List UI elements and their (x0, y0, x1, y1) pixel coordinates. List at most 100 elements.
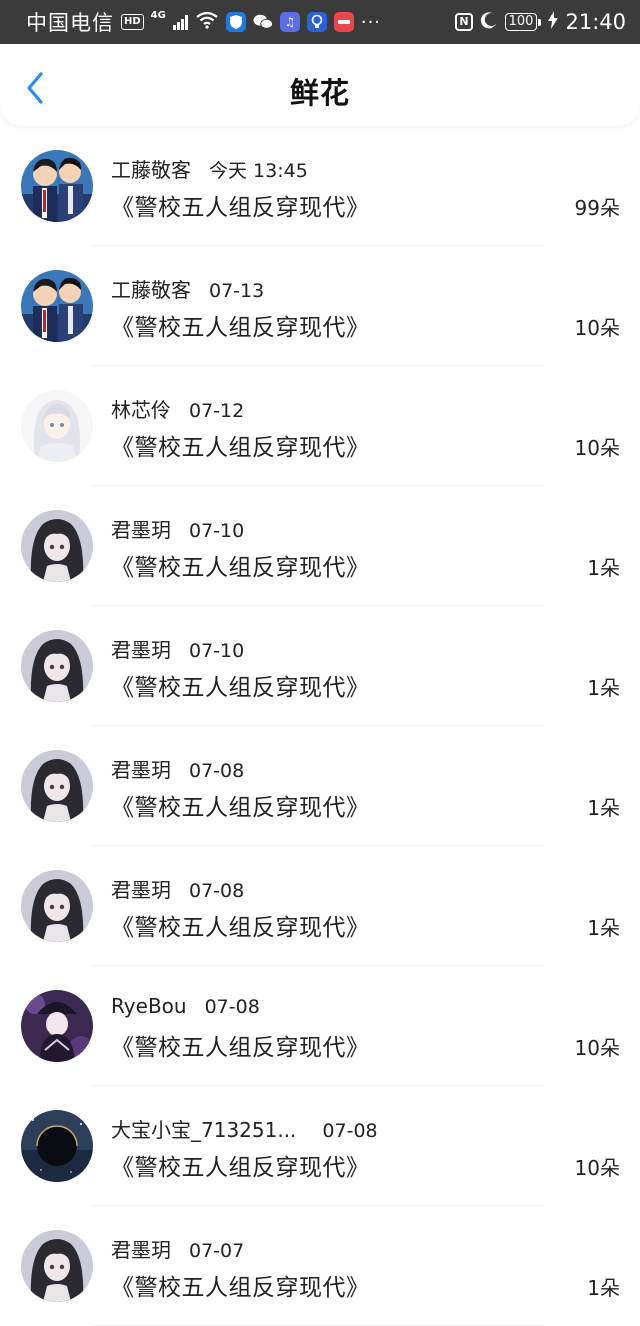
avatar[interactable] (21, 1230, 93, 1302)
list-item[interactable]: 君墨玥 07-08 《警校五人组反穿现代》 1朵 (0, 726, 640, 846)
clock: 21:40 (565, 10, 626, 34)
book-title: 《警校五人组反穿现代》 (111, 1035, 370, 1061)
item-meta: RyeBou 07-08 (111, 994, 260, 1018)
sender-name[interactable]: 君墨玥 (111, 634, 171, 663)
book-title: 《警校五人组反穿现代》 (111, 195, 370, 221)
sender-name[interactable]: 大宝小宝_713251... (111, 1114, 296, 1143)
sender-name[interactable]: 君墨玥 (111, 514, 171, 543)
book-title: 《警校五人组反穿现代》 (111, 555, 370, 581)
more-notifications-icon: ··· (360, 11, 382, 33)
carrier-name: 中国电信 (26, 11, 114, 35)
list-item[interactable]: 林芯伶 07-12 《警校五人组反穿现代》 10朵 (0, 366, 640, 486)
hd-badge: HD (121, 14, 144, 30)
sender-name[interactable]: 君墨玥 (111, 874, 171, 903)
avatar[interactable] (21, 990, 93, 1062)
dark-planet-avatar-icon (21, 1110, 93, 1182)
list-item[interactable]: 工藤敬客 07-13 《警校五人组反穿现代》 10朵 (0, 246, 640, 366)
avatar[interactable] (21, 1110, 93, 1182)
status-bar-right: N 100 21:40 (455, 10, 626, 34)
avatar[interactable] (21, 390, 93, 462)
list-item[interactable]: 大宝小宝_713251... 07-08 《警校五人组反穿现代》 10朵 (0, 1086, 640, 1206)
gift-date: 今天 13:45 (209, 160, 308, 182)
sender-name[interactable]: RyeBou (111, 994, 187, 1018)
gift-date: 07-10 (189, 520, 245, 542)
store-app-icon (333, 12, 354, 32)
gift-date: 07-08 (204, 996, 260, 1018)
wifi-icon (195, 10, 219, 34)
music-app-icon: ♫ (279, 12, 300, 32)
sender-name[interactable]: 君墨玥 (111, 754, 171, 783)
sender-name[interactable]: 工藤敬客 (111, 154, 191, 183)
flower-count: 99朵 (574, 196, 620, 220)
item-meta: 君墨玥 07-10 (111, 634, 244, 663)
list-item[interactable]: 工藤敬客 今天 13:45 《警校五人组反穿现代》 99朵 (0, 126, 640, 246)
gift-date: 07-07 (189, 1240, 245, 1262)
page-title: 鲜花 (289, 76, 350, 110)
flower-count: 10朵 (574, 436, 620, 460)
dark-hair-girl-avatar-icon (21, 510, 93, 582)
status-bar-left: 中国电信 HD 4G ♫ ··· (26, 7, 381, 37)
item-meta: 君墨玥 07-10 (111, 514, 244, 543)
gift-date: 07-12 (189, 400, 245, 422)
book-title: 《警校五人组反穿现代》 (111, 915, 370, 941)
avatar[interactable] (21, 630, 93, 702)
gift-date: 07-08 (189, 760, 245, 782)
item-meta: 林芯伶 07-12 (111, 394, 244, 423)
flower-gift-list: 工藤敬客 今天 13:45 《警校五人组反穿现代》 99朵 工藤敬客 07-13… (0, 126, 640, 1326)
item-meta: 君墨玥 07-08 (111, 754, 244, 783)
book-title: 《警校五人组反穿现代》 (111, 1155, 370, 1181)
dark-hair-girl-avatar-icon (21, 870, 93, 942)
flower-count: 10朵 (574, 316, 620, 340)
bulb-app-icon (306, 12, 327, 32)
item-meta: 工藤敬客 今天 13:45 (111, 154, 308, 183)
wechat-icon (253, 12, 273, 32)
book-title: 《警校五人组反穿现代》 (111, 795, 370, 821)
flower-count: 1朵 (587, 1276, 620, 1300)
dark-hair-girl-avatar-icon (21, 1230, 93, 1302)
avatar[interactable] (21, 510, 93, 582)
dark-hair-girl-avatar-icon (21, 750, 93, 822)
moon-icon (480, 10, 498, 34)
gift-date: 07-13 (209, 280, 265, 302)
item-meta: 君墨玥 07-07 (111, 1234, 244, 1263)
network-type: 4G (150, 10, 166, 21)
avatar[interactable] (21, 870, 93, 942)
detective-duo-avatar-icon (21, 270, 93, 342)
avatar[interactable] (21, 750, 93, 822)
white-hair-girl-avatar-icon (21, 390, 93, 462)
charging-icon (548, 11, 559, 33)
list-item[interactable]: 君墨玥 07-10 《警校五人组反穿现代》 1朵 (0, 606, 640, 726)
item-meta: 大宝小宝_713251... 07-08 (111, 1114, 378, 1143)
list-item[interactable]: 君墨玥 07-07 《警校五人组反穿现代》 1朵 (0, 1206, 640, 1326)
gift-date: 07-10 (189, 640, 245, 662)
gift-date: 07-08 (189, 880, 245, 902)
flower-count: 1朵 (587, 676, 620, 700)
top-app-bar: 鲜花 (0, 44, 640, 126)
book-title: 《警校五人组反穿现代》 (111, 1275, 370, 1301)
avatar[interactable] (21, 150, 93, 222)
signal-icon (172, 14, 188, 30)
list-item[interactable]: 君墨玥 07-08 《警校五人组反穿现代》 1朵 (0, 846, 640, 966)
avatar[interactable] (21, 270, 93, 342)
item-meta: 君墨玥 07-08 (111, 874, 244, 903)
nfc-icon: N (455, 13, 473, 31)
shield-app-icon (225, 12, 246, 32)
flower-count: 1朵 (587, 796, 620, 820)
battery-icon: 100 (504, 13, 542, 31)
flower-count: 10朵 (574, 1156, 620, 1180)
sender-name[interactable]: 君墨玥 (111, 1234, 171, 1263)
list-item[interactable]: 君墨玥 07-10 《警校五人组反穿现代》 1朵 (0, 486, 640, 606)
gift-date: 07-08 (322, 1120, 378, 1142)
flower-count: 1朵 (587, 556, 620, 580)
dark-hair-girl-avatar-icon (21, 630, 93, 702)
flower-count: 10朵 (574, 1036, 620, 1060)
flower-count: 1朵 (587, 916, 620, 940)
purple-witch-avatar-icon (21, 990, 93, 1062)
sender-name[interactable]: 林芯伶 (111, 394, 171, 423)
status-bar: 中国电信 HD 4G ♫ ··· N 100 21:40 (0, 0, 640, 44)
list-item[interactable]: RyeBou 07-08 《警校五人组反穿现代》 10朵 (0, 966, 640, 1086)
book-title: 《警校五人组反穿现代》 (111, 675, 370, 701)
sender-name[interactable]: 工藤敬客 (111, 274, 191, 303)
item-meta: 工藤敬客 07-13 (111, 274, 264, 303)
book-title: 《警校五人组反穿现代》 (111, 315, 370, 341)
